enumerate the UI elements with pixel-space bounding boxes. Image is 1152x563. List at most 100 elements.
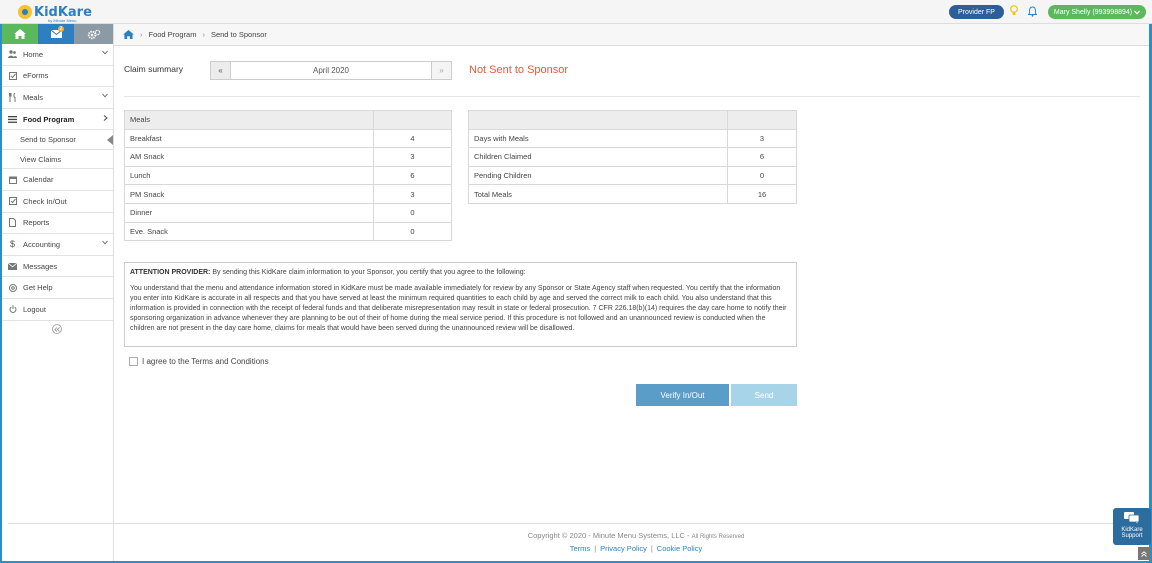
scroll-to-top-button[interactable] (1138, 547, 1150, 560)
table-row: Eve. Snack 0 (124, 221, 452, 242)
cookie-policy-link[interactable]: Cookie Policy (657, 544, 702, 553)
footer-links: Terms | Privacy Policy | Cookie Policy (0, 544, 1152, 553)
copyright-text: Copyright © 2020 - Minute Menu Systems, … (527, 531, 692, 540)
verify-in-out-button[interactable]: Verify In/Out (636, 384, 729, 406)
collapse-sidebar-button[interactable] (52, 324, 62, 334)
copyright: Copyright © 2020 - Minute Menu Systems, … (0, 531, 1152, 540)
meal-name: Breakfast (124, 128, 374, 149)
breadcrumb: › Food Program › Send to Sponsor (114, 24, 1149, 46)
sidebar-subitem-view-claims[interactable]: View Claims (2, 149, 113, 170)
prev-month-button[interactable]: « (211, 62, 230, 79)
lightbulb-icon[interactable] (1010, 5, 1018, 17)
kidkare-logo[interactable]: KidKare by Minute Menu (18, 2, 92, 23)
sidebar-item-label: Home (23, 49, 44, 59)
sidebar-item-calendar[interactable]: Calendar (2, 169, 113, 191)
utensils-icon (8, 92, 17, 102)
meal-name: Lunch (124, 165, 374, 186)
user-name: Mary Shelly (993998894) (1053, 8, 1133, 16)
meal-count: 0 (373, 221, 452, 242)
table-header (468, 110, 728, 130)
tab-messages[interactable]: 2 (37, 24, 75, 44)
breadcrumb-send-to-sponsor: Send to Sponsor (210, 30, 267, 39)
sidebar-item-eforms[interactable]: eForms (2, 66, 113, 88)
chat-icon (1124, 512, 1140, 524)
table-header (727, 110, 797, 130)
attention-label: ATTENTION PROVIDER: (130, 269, 211, 276)
tab-home[interactable] (2, 24, 38, 44)
home-icon (13, 29, 26, 39)
claim-status: Not Sent to Sponsor (469, 64, 569, 76)
send-button[interactable]: Send (731, 384, 797, 406)
stat-value: 0 (727, 165, 797, 186)
terms-checkbox[interactable] (129, 357, 138, 366)
tab-settings[interactable] (74, 24, 113, 44)
sidebar-item-label: Logout (23, 304, 46, 314)
divider (124, 96, 1140, 97)
terms-agreement[interactable]: I agree to the Terms and Conditions (129, 357, 269, 366)
table-row: Dinner 0 (124, 202, 452, 223)
attention-header: ATTENTION PROVIDER: By sending this KidK… (130, 268, 791, 278)
terms-link[interactable]: Terms (570, 544, 590, 553)
provider-button[interactable]: Provider FP (949, 5, 1004, 19)
meal-count: 0 (373, 202, 452, 223)
table-row: Breakfast 4 (124, 128, 452, 149)
checkbox-icon (8, 71, 17, 80)
sidebar-item-check-in-out[interactable]: Check In/Out (2, 191, 113, 213)
stat-name: Days with Meals (468, 128, 728, 149)
stat-value: 3 (727, 128, 797, 149)
meal-name: Dinner (124, 202, 374, 223)
table-row: Total Meals 16 (468, 184, 797, 204)
footer-divider (8, 523, 1148, 524)
sidebar-subitem-label: Send to Sponsor (20, 135, 76, 145)
sidebar-item-label: Get Help (23, 283, 53, 293)
table-row: Children Claimed 6 (468, 147, 797, 167)
chevron-down-icon (102, 93, 108, 98)
link-separator: | (594, 544, 597, 553)
attention-intro: By sending this KidKare claim informatio… (212, 269, 526, 276)
home-icon[interactable] (123, 30, 134, 39)
stat-name: Total Meals (468, 184, 728, 204)
sidebar-item-home[interactable]: Home (2, 44, 113, 66)
table-header: Meals (124, 110, 374, 130)
meal-name: PM Snack (124, 184, 374, 204)
sidebar-item-label: Messages (23, 261, 58, 271)
chevron-down-icon (1134, 10, 1141, 15)
next-month-button[interactable]: » (432, 62, 451, 79)
sidebar-item-label: eForms (23, 71, 49, 81)
table-header-row (468, 110, 797, 130)
logo-tagline: by Minute Menu (48, 18, 77, 23)
sidebar-item-meals[interactable]: Meals (2, 87, 113, 109)
kidkare-support-button[interactable]: KidKare Support (1113, 508, 1151, 545)
breadcrumb-separator: › (202, 30, 205, 39)
user-menu-button[interactable]: Mary Shelly (993998894) (1048, 5, 1146, 19)
sidebar-item-label: Accounting (23, 239, 61, 249)
bell-icon[interactable] (1028, 6, 1037, 17)
sidebar-item-label: Calendar (23, 175, 54, 185)
double-chevron-left-icon (54, 326, 60, 332)
current-month: April 2020 (230, 62, 432, 79)
breadcrumb-food-program[interactable]: Food Program (149, 30, 197, 39)
privacy-policy-link[interactable]: Privacy Policy (600, 544, 647, 553)
table-row: AM Snack 3 (124, 147, 452, 167)
stat-value: 16 (727, 184, 797, 204)
sidebar-item-get-help[interactable]: Get Help (2, 277, 113, 299)
people-icon (8, 50, 17, 59)
sidebar-item-food-program[interactable]: Food Program (2, 108, 113, 131)
mail-badge: 2 (57, 26, 65, 32)
meals-table: Meals Breakfast 4 AM Snack 3 Lunch 6 PM Sna… (124, 110, 452, 242)
sidebar-item-reports[interactable]: Reports (2, 213, 113, 235)
list-icon (8, 115, 17, 124)
meal-count: 6 (373, 165, 452, 186)
meal-count: 3 (373, 147, 452, 167)
envelope-icon (8, 262, 17, 271)
stat-name: Children Claimed (468, 147, 728, 167)
sidebar-subitem-send-to-sponsor[interactable]: Send to Sponsor (2, 130, 113, 150)
table-row: Days with Meals 3 (468, 128, 797, 149)
dollar-icon: $ (9, 239, 15, 250)
logo-mark-icon (18, 5, 32, 19)
sidebar-item-messages[interactable]: Messages (2, 256, 113, 278)
rights-text: All Rights Reserved (691, 534, 745, 540)
sidebar-item-accounting[interactable]: $ Accounting (2, 234, 113, 256)
table-header (373, 110, 452, 130)
sidebar-item-logout[interactable]: Logout (2, 299, 113, 321)
